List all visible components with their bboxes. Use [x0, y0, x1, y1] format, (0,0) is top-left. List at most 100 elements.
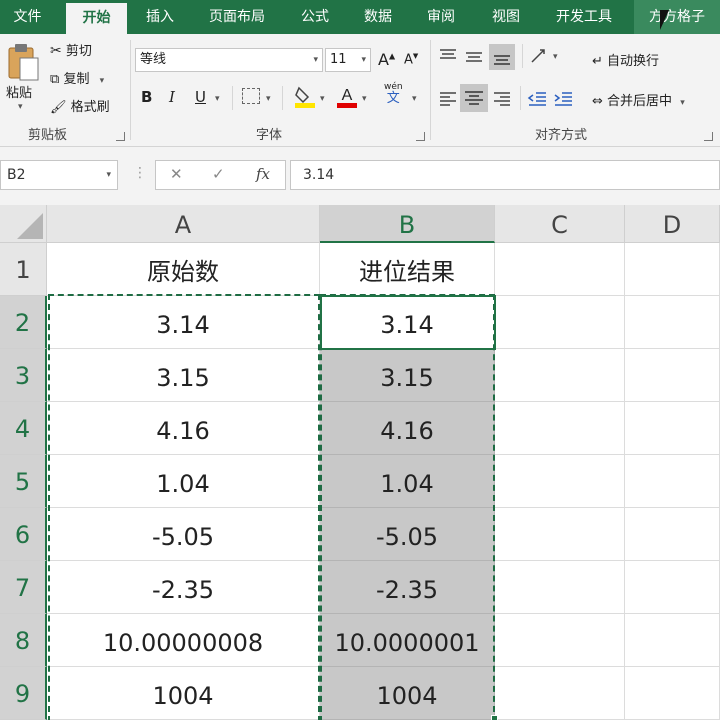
paste-button[interactable]: 粘贴	[6, 82, 32, 101]
decrease-indent-icon[interactable]	[526, 88, 548, 108]
more-options-icon[interactable]: ⋮	[133, 165, 147, 181]
cell-b2[interactable]: 3.14	[320, 296, 495, 349]
cell-d9[interactable]	[625, 667, 720, 720]
paste-dropdown-icon[interactable]: ▾	[18, 102, 23, 112]
cell-c7[interactable]	[495, 561, 625, 614]
tab-home[interactable]: 开始	[66, 3, 127, 34]
cell-c1[interactable]	[495, 243, 625, 296]
cell-a8[interactable]: 10.00000008	[47, 614, 320, 667]
row-header-5[interactable]: 5	[0, 455, 47, 508]
borders-icon[interactable]	[242, 88, 260, 104]
cell-c9[interactable]	[495, 667, 625, 720]
cell-c4[interactable]	[495, 402, 625, 455]
align-center-icon[interactable]	[460, 84, 488, 112]
align-right-icon[interactable]	[491, 88, 513, 108]
row-header-3[interactable]: 3	[0, 349, 47, 402]
fill-color-icon[interactable]	[294, 84, 316, 108]
cell-a4[interactable]: 4.16	[47, 402, 320, 455]
font-launcher-icon[interactable]	[416, 132, 425, 141]
borders-dropdown-icon[interactable]: ▾	[266, 94, 271, 104]
row-header-4[interactable]: 4	[0, 402, 47, 455]
cell-b8[interactable]: 10.0000001	[320, 614, 495, 667]
copy-button[interactable]: ⧉ 复制 ▾	[50, 68, 104, 87]
format-painter-button[interactable]: 🖌 格式刷	[50, 96, 110, 115]
cell-d3[interactable]	[625, 349, 720, 402]
tab-file[interactable]: 文件	[0, 0, 55, 34]
phonetic-guide-button[interactable]: wén 文	[384, 82, 403, 105]
cell-b4[interactable]: 4.16	[320, 402, 495, 455]
phonetic-dropdown-icon[interactable]: ▾	[412, 94, 417, 104]
grow-font-button[interactable]: A▲	[378, 50, 395, 69]
orientation-dropdown-icon[interactable]: ▾	[553, 52, 558, 62]
copy-dropdown-icon[interactable]: ▾	[100, 76, 105, 86]
row-header-6[interactable]: 6	[0, 508, 47, 561]
cell-b5[interactable]: 1.04	[320, 455, 495, 508]
row-header-2[interactable]: 2	[0, 296, 47, 349]
cell-b1[interactable]: 进位结果	[320, 243, 495, 296]
insert-function-icon[interactable]: fx	[256, 165, 270, 183]
row-header-9[interactable]: 9	[0, 667, 47, 720]
cell-a5[interactable]: 1.04	[47, 455, 320, 508]
tab-data[interactable]: 数据	[352, 0, 404, 34]
cell-d2[interactable]	[625, 296, 720, 349]
align-bottom-icon[interactable]	[489, 44, 515, 70]
orientation-icon[interactable]	[528, 46, 550, 66]
font-color-icon[interactable]: A	[336, 84, 358, 108]
paste-icon[interactable]	[6, 42, 40, 82]
column-header-a[interactable]: A	[47, 205, 320, 243]
cell-d8[interactable]	[625, 614, 720, 667]
tab-view[interactable]: 视图	[478, 0, 534, 34]
column-header-b[interactable]: B	[320, 205, 495, 243]
merge-center-button[interactable]: ⇔ 合并后居中 ▾	[592, 90, 685, 109]
select-all-button[interactable]	[0, 205, 47, 243]
tab-review[interactable]: 审阅	[414, 0, 468, 34]
tab-formulas[interactable]: 公式	[290, 0, 340, 34]
cell-c3[interactable]	[495, 349, 625, 402]
cell-d1[interactable]	[625, 243, 720, 296]
row-header-8[interactable]: 8	[0, 614, 47, 667]
font-color-dropdown-icon[interactable]: ▾	[362, 94, 367, 104]
font-size-combo[interactable]: 11 ▾	[325, 48, 371, 72]
cell-a6[interactable]: -5.05	[47, 508, 320, 561]
column-header-c[interactable]: C	[495, 205, 625, 243]
bold-button[interactable]: B	[141, 88, 152, 106]
cell-d5[interactable]	[625, 455, 720, 508]
underline-dropdown-icon[interactable]: ▾	[215, 94, 220, 104]
align-left-icon[interactable]	[437, 88, 459, 108]
align-top-icon[interactable]	[437, 46, 459, 66]
tab-page-layout[interactable]: 页面布局	[196, 0, 278, 34]
underline-button[interactable]: U	[195, 88, 206, 106]
font-name-combo[interactable]: 等线 ▾	[135, 48, 323, 72]
alignment-launcher-icon[interactable]	[704, 132, 713, 141]
cell-a2[interactable]: 3.14	[47, 296, 320, 349]
cell-a3[interactable]: 3.15	[47, 349, 320, 402]
tab-developer[interactable]: 开发工具	[544, 0, 624, 34]
fill-handle[interactable]	[491, 715, 498, 720]
enter-icon[interactable]: ✓	[212, 165, 225, 183]
tab-insert[interactable]: 插入	[132, 0, 188, 34]
cell-c8[interactable]	[495, 614, 625, 667]
cell-b9[interactable]: 1004	[320, 667, 495, 720]
cut-button[interactable]: ✂ 剪切	[50, 40, 92, 59]
tab-fangfang-gezi[interactable]: 方方格子	[634, 0, 720, 34]
name-box[interactable]: B2 ▾	[0, 160, 118, 190]
cell-c6[interactable]	[495, 508, 625, 561]
clipboard-launcher-icon[interactable]	[116, 132, 125, 141]
align-middle-icon[interactable]	[463, 46, 485, 66]
worksheet-grid[interactable]: A B C D 1 原始数 进位结果 2 3.14 3.14 3 3.15 3.15 4 4.16 4.16 5…	[0, 205, 720, 720]
cell-b3[interactable]: 3.15	[320, 349, 495, 402]
cell-a9[interactable]: 1004	[47, 667, 320, 720]
fill-color-dropdown-icon[interactable]: ▾	[320, 94, 325, 104]
wrap-text-button[interactable]: ↵ 自动换行	[592, 50, 659, 69]
cell-b7[interactable]: -2.35	[320, 561, 495, 614]
column-header-d[interactable]: D	[625, 205, 720, 243]
increase-indent-icon[interactable]	[552, 88, 574, 108]
cell-c2[interactable]	[495, 296, 625, 349]
cell-b6[interactable]: -5.05	[320, 508, 495, 561]
shrink-font-button[interactable]: A▼	[404, 52, 418, 67]
row-header-1[interactable]: 1	[0, 243, 47, 296]
cell-c5[interactable]	[495, 455, 625, 508]
cancel-icon[interactable]: ✕	[170, 165, 183, 183]
merge-dropdown-icon[interactable]: ▾	[680, 98, 685, 108]
cell-d7[interactable]	[625, 561, 720, 614]
